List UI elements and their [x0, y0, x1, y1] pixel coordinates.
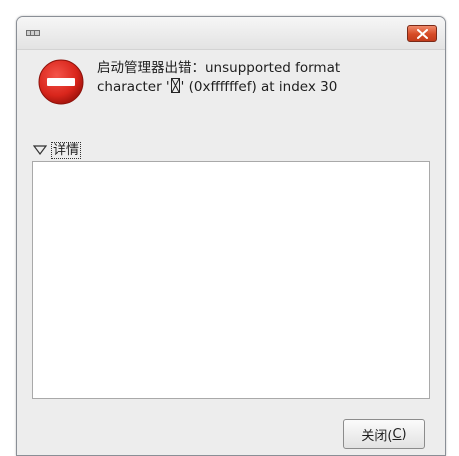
close-button-label-suffix: ): [401, 426, 407, 442]
close-button-mnemonic: C: [392, 426, 402, 442]
error-message: 启动管理器出错：unsupported format character ' ' …: [97, 59, 417, 97]
error-message-line2-suffix: ' (0xffffffef) at index 30: [180, 79, 338, 95]
unrenderable-glyph-icon: [170, 78, 180, 93]
title-bar[interactable]: [17, 17, 445, 50]
close-button-label-prefix: 关闭(: [361, 428, 393, 444]
expander-arrow-down-icon: [33, 145, 47, 155]
error-dialog: 启动管理器出错：unsupported format character ' ' …: [16, 16, 446, 456]
error-message-line2: character ' ' (0xffffffef) at index 30: [97, 78, 417, 97]
details-expander[interactable]: 详情: [33, 141, 82, 159]
close-button[interactable]: 关闭(C): [343, 419, 425, 449]
app-icon: [26, 30, 40, 36]
error-message-line2-prefix: character ': [97, 79, 170, 95]
close-x-icon: [417, 29, 428, 39]
details-expander-label: 详情: [51, 141, 82, 159]
details-text-area[interactable]: [32, 161, 430, 399]
error-stop-icon: [38, 59, 84, 105]
error-message-line1: 启动管理器出错：unsupported format: [97, 60, 341, 76]
window-close-button[interactable]: [407, 25, 437, 42]
